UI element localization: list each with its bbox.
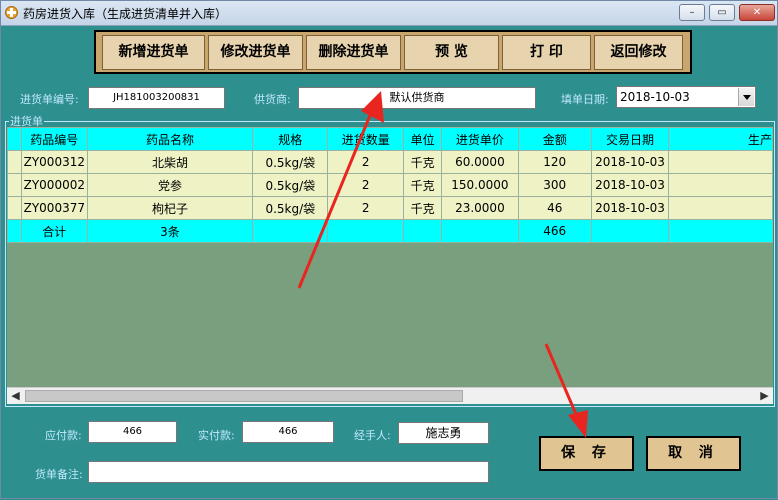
supplier-field[interactable]: 默认供货商 (298, 87, 536, 109)
maximize-button[interactable]: ▭ (709, 4, 735, 21)
cell-date: 2018-10-03 (590, 196, 670, 220)
return-edit-button[interactable]: 返回修改 (594, 35, 683, 70)
date-value: 2018-10-03 (620, 90, 690, 104)
app-icon (5, 6, 18, 19)
title-bar: 药房进货入库（生成进货清单并入库） – ▭ ✕ (1, 1, 777, 26)
cell-qty: 2 (327, 173, 405, 197)
date-label: 填单日期: (561, 93, 609, 106)
horizontal-scrollbar[interactable]: ◀ ▶ (7, 387, 773, 404)
total-label: 合计 (20, 219, 88, 243)
cell-unit: 千克 (403, 196, 443, 220)
row-header-corner (7, 127, 22, 151)
total-amount: 466 (517, 219, 592, 243)
scroll-thumb[interactable] (25, 390, 463, 402)
col-header-date[interactable]: 交易日期 (590, 127, 670, 151)
order-table: 药品编号 药品名称 规格 进货数量 单位 进货单价 金额 交易日期 生产 ZY0… (7, 127, 773, 243)
total-date (590, 219, 670, 243)
cell-name: 北柴胡 (86, 150, 254, 174)
save-button[interactable]: 保 存 (539, 436, 634, 471)
date-select[interactable]: 2018-10-03 (616, 86, 756, 108)
table-row[interactable]: ZY000312 北柴胡 0.5kg/袋 2 千克 60.0000 120 20… (7, 150, 773, 174)
handler-field[interactable]: 施志勇 (398, 422, 489, 444)
chevron-down-icon[interactable] (738, 88, 754, 106)
total-count: 3条 (86, 219, 254, 243)
cell-price: 23.0000 (441, 196, 519, 220)
supplier-label: 供货商: (254, 93, 291, 106)
cell-amount: 120 (517, 150, 592, 174)
order-grid[interactable]: 药品编号 药品名称 规格 进货数量 单位 进货单价 金额 交易日期 生产 ZY0… (7, 127, 773, 389)
total-unit (403, 219, 443, 243)
total-row[interactable]: 合计 3条 466 (7, 219, 773, 243)
col-header-qty[interactable]: 进货数量 (327, 127, 405, 151)
total-price (441, 219, 519, 243)
cell-spec: 0.5kg/袋 (252, 196, 329, 220)
row-header[interactable] (7, 173, 22, 197)
row-header[interactable] (7, 150, 22, 174)
cell-date: 2018-10-03 (590, 150, 670, 174)
cell-amount: 300 (517, 173, 592, 197)
scroll-right-icon[interactable]: ▶ (756, 388, 773, 404)
cell-amount: 46 (517, 196, 592, 220)
minimize-button[interactable]: – (679, 4, 705, 21)
order-no-label: 进货单编号: (20, 93, 79, 106)
row-header[interactable] (7, 219, 22, 243)
cell-code: ZY000312 (20, 150, 88, 174)
cell-production (668, 196, 773, 220)
table-row[interactable]: ZY000002 党参 0.5kg/袋 2 千克 150.0000 300 20… (7, 173, 773, 197)
col-header-unit[interactable]: 单位 (403, 127, 443, 151)
col-header-amount[interactable]: 金额 (517, 127, 592, 151)
cell-price: 150.0000 (441, 173, 519, 197)
total-qty (327, 219, 405, 243)
window-title: 药房进货入库（生成进货清单并入库） (23, 7, 228, 21)
remark-field[interactable] (88, 461, 489, 483)
handler-label: 经手人: (354, 429, 391, 442)
order-no-field[interactable]: JH181003200831 (88, 87, 225, 109)
cell-qty: 2 (327, 196, 405, 220)
app-window: 药房进货入库（生成进货清单并入库） – ▭ ✕ 新增进货单 修改进货单 删除进货… (0, 0, 778, 499)
cell-production (668, 173, 773, 197)
cell-qty: 2 (327, 150, 405, 174)
total-spec (252, 219, 329, 243)
cancel-button[interactable]: 取 消 (646, 436, 741, 471)
edit-order-button[interactable]: 修改进货单 (208, 35, 303, 70)
cell-spec: 0.5kg/袋 (252, 150, 329, 174)
row-header[interactable] (7, 196, 22, 220)
cell-unit: 千克 (403, 150, 443, 174)
table-row[interactable]: ZY000377 枸杞子 0.5kg/袋 2 千克 23.0000 46 201… (7, 196, 773, 220)
col-header-spec[interactable]: 规格 (252, 127, 329, 151)
print-button[interactable]: 打 印 (502, 35, 591, 70)
cell-code: ZY000002 (20, 173, 88, 197)
col-header-name[interactable]: 药品名称 (86, 127, 254, 151)
scroll-left-icon[interactable]: ◀ (7, 388, 24, 404)
preview-button[interactable]: 预 览 (404, 35, 499, 70)
cell-spec: 0.5kg/袋 (252, 173, 329, 197)
col-header-code[interactable]: 药品编号 (20, 127, 88, 151)
total-production (668, 219, 773, 243)
cell-name: 枸杞子 (86, 196, 254, 220)
payable-field[interactable]: 466 (88, 421, 177, 443)
cell-code: ZY000377 (20, 196, 88, 220)
new-order-button[interactable]: 新增进货单 (102, 35, 205, 70)
cell-unit: 千克 (403, 173, 443, 197)
cell-price: 60.0000 (441, 150, 519, 174)
delete-order-button[interactable]: 删除进货单 (306, 35, 401, 70)
col-header-price[interactable]: 进货单价 (441, 127, 519, 151)
header-row: 药品编号 药品名称 规格 进货数量 单位 进货单价 金额 交易日期 生产 (7, 127, 773, 151)
cell-name: 党参 (86, 173, 254, 197)
cell-date: 2018-10-03 (590, 173, 670, 197)
payable-label: 应付款: (45, 429, 82, 442)
remark-label: 货单备注: (35, 468, 83, 481)
paid-label: 实付款: (198, 429, 235, 442)
paid-field[interactable]: 466 (242, 421, 334, 443)
cell-production (668, 150, 773, 174)
toolbar: 新增进货单 修改进货单 删除进货单 预 览 打 印 返回修改 (94, 30, 692, 74)
col-header-production[interactable]: 生产 (668, 127, 773, 151)
close-button[interactable]: ✕ (739, 4, 775, 21)
